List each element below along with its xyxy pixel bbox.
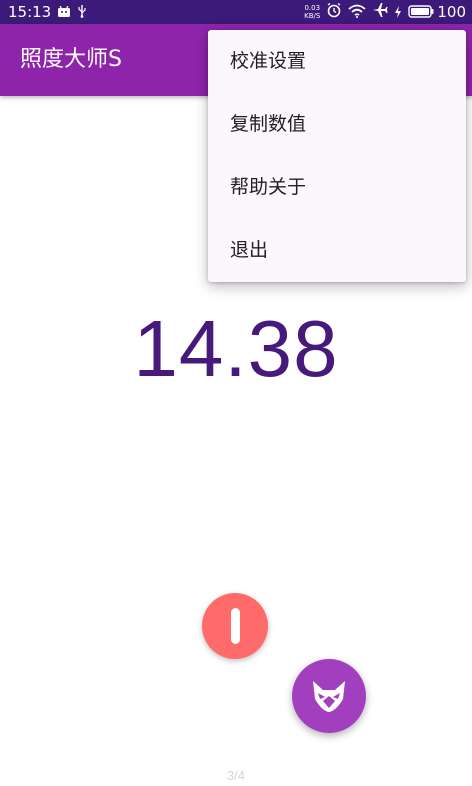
net-speed-unit: KB/S [304, 12, 321, 20]
menu-item-exit[interactable]: 退出 [208, 219, 466, 282]
status-time: 15:13 [8, 3, 52, 21]
lux-reading: 14.38 [133, 304, 339, 393]
status-bar: 15:13 0.03 KB/S 100 [0, 0, 472, 24]
fox-icon [313, 681, 345, 712]
fab-button[interactable] [292, 659, 366, 733]
app-title: 照度大师S [20, 47, 122, 72]
page-indicator: 3/4 [226, 768, 246, 783]
battery-level: 100 [437, 3, 466, 21]
battery: 100 [408, 3, 466, 22]
record-button[interactable] [202, 593, 268, 659]
net-speed-value: 0.03 [304, 4, 321, 12]
menu-item-copy-value[interactable]: 复制数值 [208, 93, 466, 156]
airplane-icon [372, 2, 388, 22]
net-speed: 0.03 KB/S [304, 4, 320, 20]
android-debug-icon [57, 3, 71, 22]
menu-item-help-about[interactable]: 帮助关于 [208, 156, 466, 219]
usb-icon [77, 3, 87, 22]
wifi-icon [348, 3, 366, 22]
menu-item-calibration-settings[interactable]: 校准设置 [208, 30, 466, 93]
record-bar-icon [231, 608, 240, 644]
status-right: 0.03 KB/S 100 [304, 0, 466, 24]
status-left: 15:13 [8, 0, 87, 24]
charging-icon [394, 3, 402, 22]
battery-icon [408, 3, 434, 22]
alarm-icon [326, 2, 342, 22]
overflow-menu: 校准设置 复制数值 帮助关于 退出 [208, 30, 466, 282]
